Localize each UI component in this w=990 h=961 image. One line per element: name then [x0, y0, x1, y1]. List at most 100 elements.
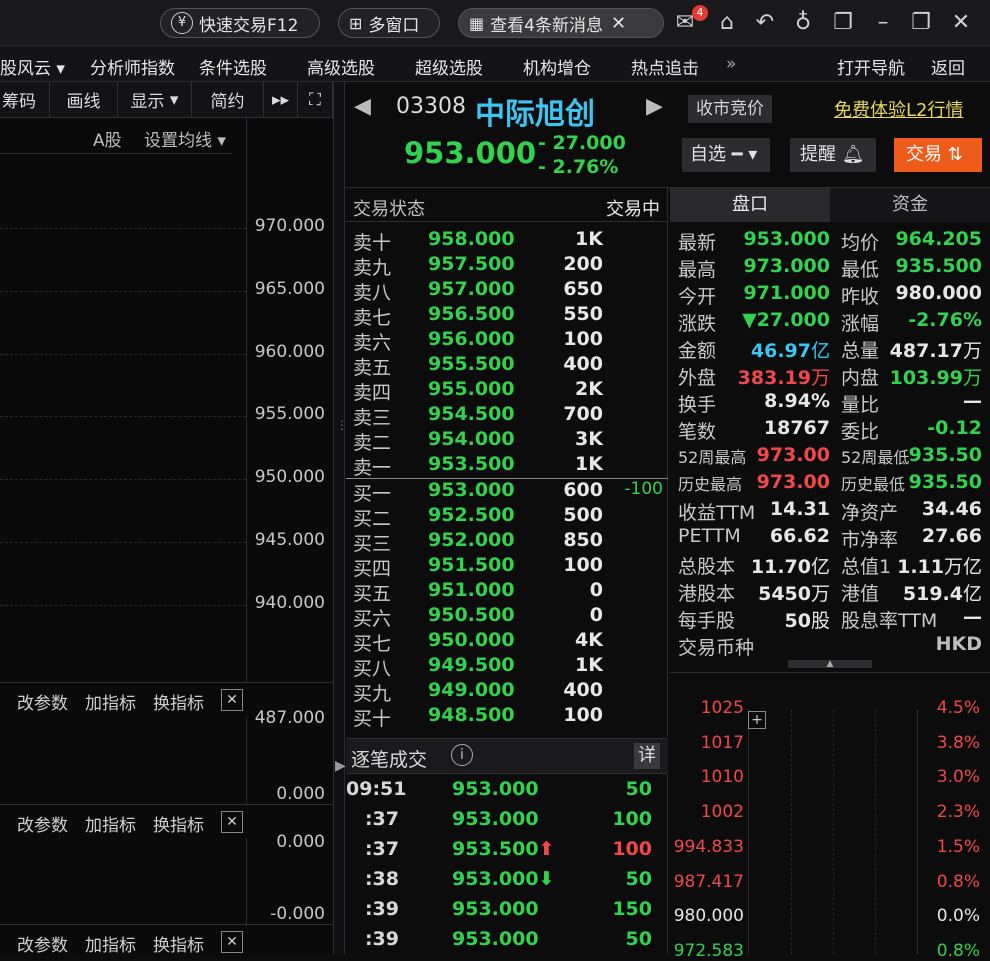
minimize-icon[interactable]: – [870, 10, 896, 36]
multi-window-button[interactable]: ⊞ 多窗口 [338, 8, 440, 38]
stat-label: 股息率TTM [841, 610, 938, 632]
auction-status-button[interactable]: 收市竞价 [688, 95, 772, 123]
stat-label: 内盘 [841, 367, 880, 389]
ask-level-label: 卖六 [353, 332, 392, 354]
ask-volume: 550 [563, 303, 603, 325]
bid-row[interactable]: 买五 951.000 0 [346, 579, 668, 605]
ask-row[interactable]: 卖三 954.500 700 [346, 403, 668, 429]
bid-level-label: 买七 [353, 633, 392, 655]
next-stock-icon[interactable]: ▶ [646, 94, 663, 119]
stat-label: 外盘 [678, 367, 717, 389]
stat-unit: 亿 [810, 340, 830, 362]
stat-label: 昨收 [841, 286, 880, 308]
sub2-params-button[interactable]: 改参数 [17, 811, 68, 836]
tool-draw[interactable]: 画线 [50, 82, 118, 118]
bid-level-label: 买二 [353, 508, 392, 530]
y-axis-label: 950.000 [254, 467, 325, 488]
plus-icon[interactable]: + [748, 711, 766, 729]
trade-button[interactable]: 交易 ⇅ [894, 138, 982, 172]
bid-row[interactable]: 买四 951.500 100 [346, 554, 668, 580]
undo-icon[interactable]: ↶ [752, 10, 778, 36]
ask-price: 958.000 [428, 228, 515, 250]
sub3-change-indicator-button[interactable]: 换指标 [153, 931, 204, 956]
ma-setting-button[interactable]: 设置均线 ▾ [144, 126, 226, 151]
home-icon[interactable]: ⌂ [714, 10, 740, 36]
bid-row[interactable]: 买七 950.000 4K [346, 629, 668, 655]
ask-row[interactable]: 卖一 953.500 1K [346, 453, 668, 479]
bid-volume: 400 [563, 679, 603, 701]
stat-number: 5450 [758, 583, 811, 605]
back-button[interactable]: 返回 [931, 54, 965, 79]
ask-row[interactable]: 卖二 954.000 3K [346, 428, 668, 454]
fullscreen-icon[interactable]: ⛶ [298, 82, 333, 118]
bid-row[interactable]: 买一 953.000 600 -100 [346, 479, 668, 505]
ask-row[interactable]: 卖七 956.500 550 [346, 303, 668, 329]
close-icon[interactable]: ✕ [611, 13, 626, 34]
ask-row[interactable]: 卖八 957.000 650 [346, 278, 668, 304]
sub1-add-indicator-button[interactable]: 加指标 [85, 689, 136, 714]
bid-row[interactable]: 买三 952.000 850 [346, 529, 668, 555]
watchlist-button[interactable]: 自选 ━ ▾ [682, 138, 770, 172]
info-icon[interactable]: i [451, 744, 473, 766]
tool-chips[interactable]: 筹码 [0, 82, 50, 118]
bid-row[interactable]: 买八 949.500 1K [346, 654, 668, 680]
prev-stock-icon[interactable]: ◀ [354, 94, 371, 119]
close-window-icon[interactable]: ✕ [948, 10, 974, 36]
sub2-y-top: 0.000 [276, 832, 325, 852]
collapse-handle-icon[interactable]: ▲ [788, 660, 872, 669]
grid-line [0, 228, 246, 229]
stat-label: 港值 [841, 583, 880, 605]
sub2-change-indicator-button[interactable]: 换指标 [153, 811, 204, 836]
tab-funds[interactable]: 资金 [830, 188, 990, 222]
bid-row[interactable]: 买九 949.000 400 [346, 679, 668, 705]
menu-item-analyst[interactable]: 分析师指数 [90, 54, 175, 79]
splitter[interactable]: ⋮ ▶ [333, 82, 348, 954]
menu-item-condition[interactable]: 条件选股 [199, 54, 267, 79]
menu-item-advanced[interactable]: 高级选股 [307, 54, 375, 79]
stat-value: 14.31 [770, 498, 830, 520]
bid-row[interactable]: 买六 950.500 0 [346, 604, 668, 630]
sub1-close-icon[interactable]: ✕ [221, 689, 243, 711]
skin-icon[interactable]: ♁ [790, 10, 816, 36]
tool-simple[interactable]: 简约 [192, 82, 264, 118]
restore-small-icon[interactable]: ❐ [830, 10, 856, 36]
sub3-close-icon[interactable]: ✕ [221, 931, 243, 953]
ask-row[interactable]: 卖六 956.000 100 [346, 328, 668, 354]
stat-label: 每手股 [678, 610, 736, 632]
sub1-change-indicator-button[interactable]: 换指标 [153, 689, 204, 714]
sub2-add-indicator-button[interactable]: 加指标 [85, 811, 136, 836]
ask-row[interactable]: 卖十 958.000 1K [346, 228, 668, 254]
stat-number: 487.17 [889, 340, 963, 362]
play-icon[interactable]: ▸▸ [264, 82, 298, 118]
stat-label: 历史最高 [678, 475, 743, 494]
ask-row[interactable]: 卖四 955.000 2K [346, 378, 668, 404]
collapse-arrow-icon[interactable]: ▶ [335, 758, 346, 774]
menu-bar: 股风云 ▾ 分析师指数 条件选股 高级选股 超级选股 机构增仓 热点追击 » 打… [0, 46, 990, 82]
open-nav-button[interactable]: 打开导航 [837, 54, 905, 79]
tool-display[interactable]: 显示 ▾ [118, 82, 192, 118]
menu-item-hotspot[interactable]: 热点追击 [631, 54, 699, 79]
sub2-close-icon[interactable]: ✕ [221, 811, 243, 833]
menu-item-institution[interactable]: 机构增仓 [523, 54, 591, 79]
messages-button[interactable]: ▦ 查看4条新消息 ✕ [458, 8, 664, 38]
ask-row[interactable]: 卖五 955.500 400 [346, 353, 668, 379]
trade-arrows-icon: ⇅ [947, 144, 963, 165]
bid-row[interactable]: 买二 952.500 500 [346, 504, 668, 530]
sub3-add-indicator-button[interactable]: 加指标 [85, 931, 136, 956]
ashare-label: A股 [93, 131, 122, 151]
multi-window-label: 多窗口 [368, 15, 420, 36]
menu-more-icon[interactable]: » [726, 54, 736, 74]
sub3-params-button[interactable]: 改参数 [17, 931, 68, 956]
sub1-params-button[interactable]: 改参数 [17, 689, 68, 714]
bid-row[interactable]: 买十 948.500 100 [346, 704, 668, 730]
maximize-icon[interactable]: ❐ [908, 10, 934, 36]
quick-trade-button[interactable]: ¥ 快速交易F12 [160, 8, 320, 38]
tab-pankou[interactable]: 盘口 [670, 188, 830, 222]
menu-item-super[interactable]: 超级选股 [415, 54, 483, 79]
ask-row[interactable]: 卖九 957.500 200 [346, 253, 668, 279]
alert-button[interactable]: 提醒 🔔︎ [790, 138, 876, 172]
l2-trial-link[interactable]: 免费体验L2行情 [834, 96, 963, 122]
menu-item-gufengyun[interactable]: 股风云 ▾ [0, 54, 65, 79]
stat-value: 383.19万 [738, 363, 830, 390]
tick-detail-button[interactable]: 详 [634, 743, 660, 769]
